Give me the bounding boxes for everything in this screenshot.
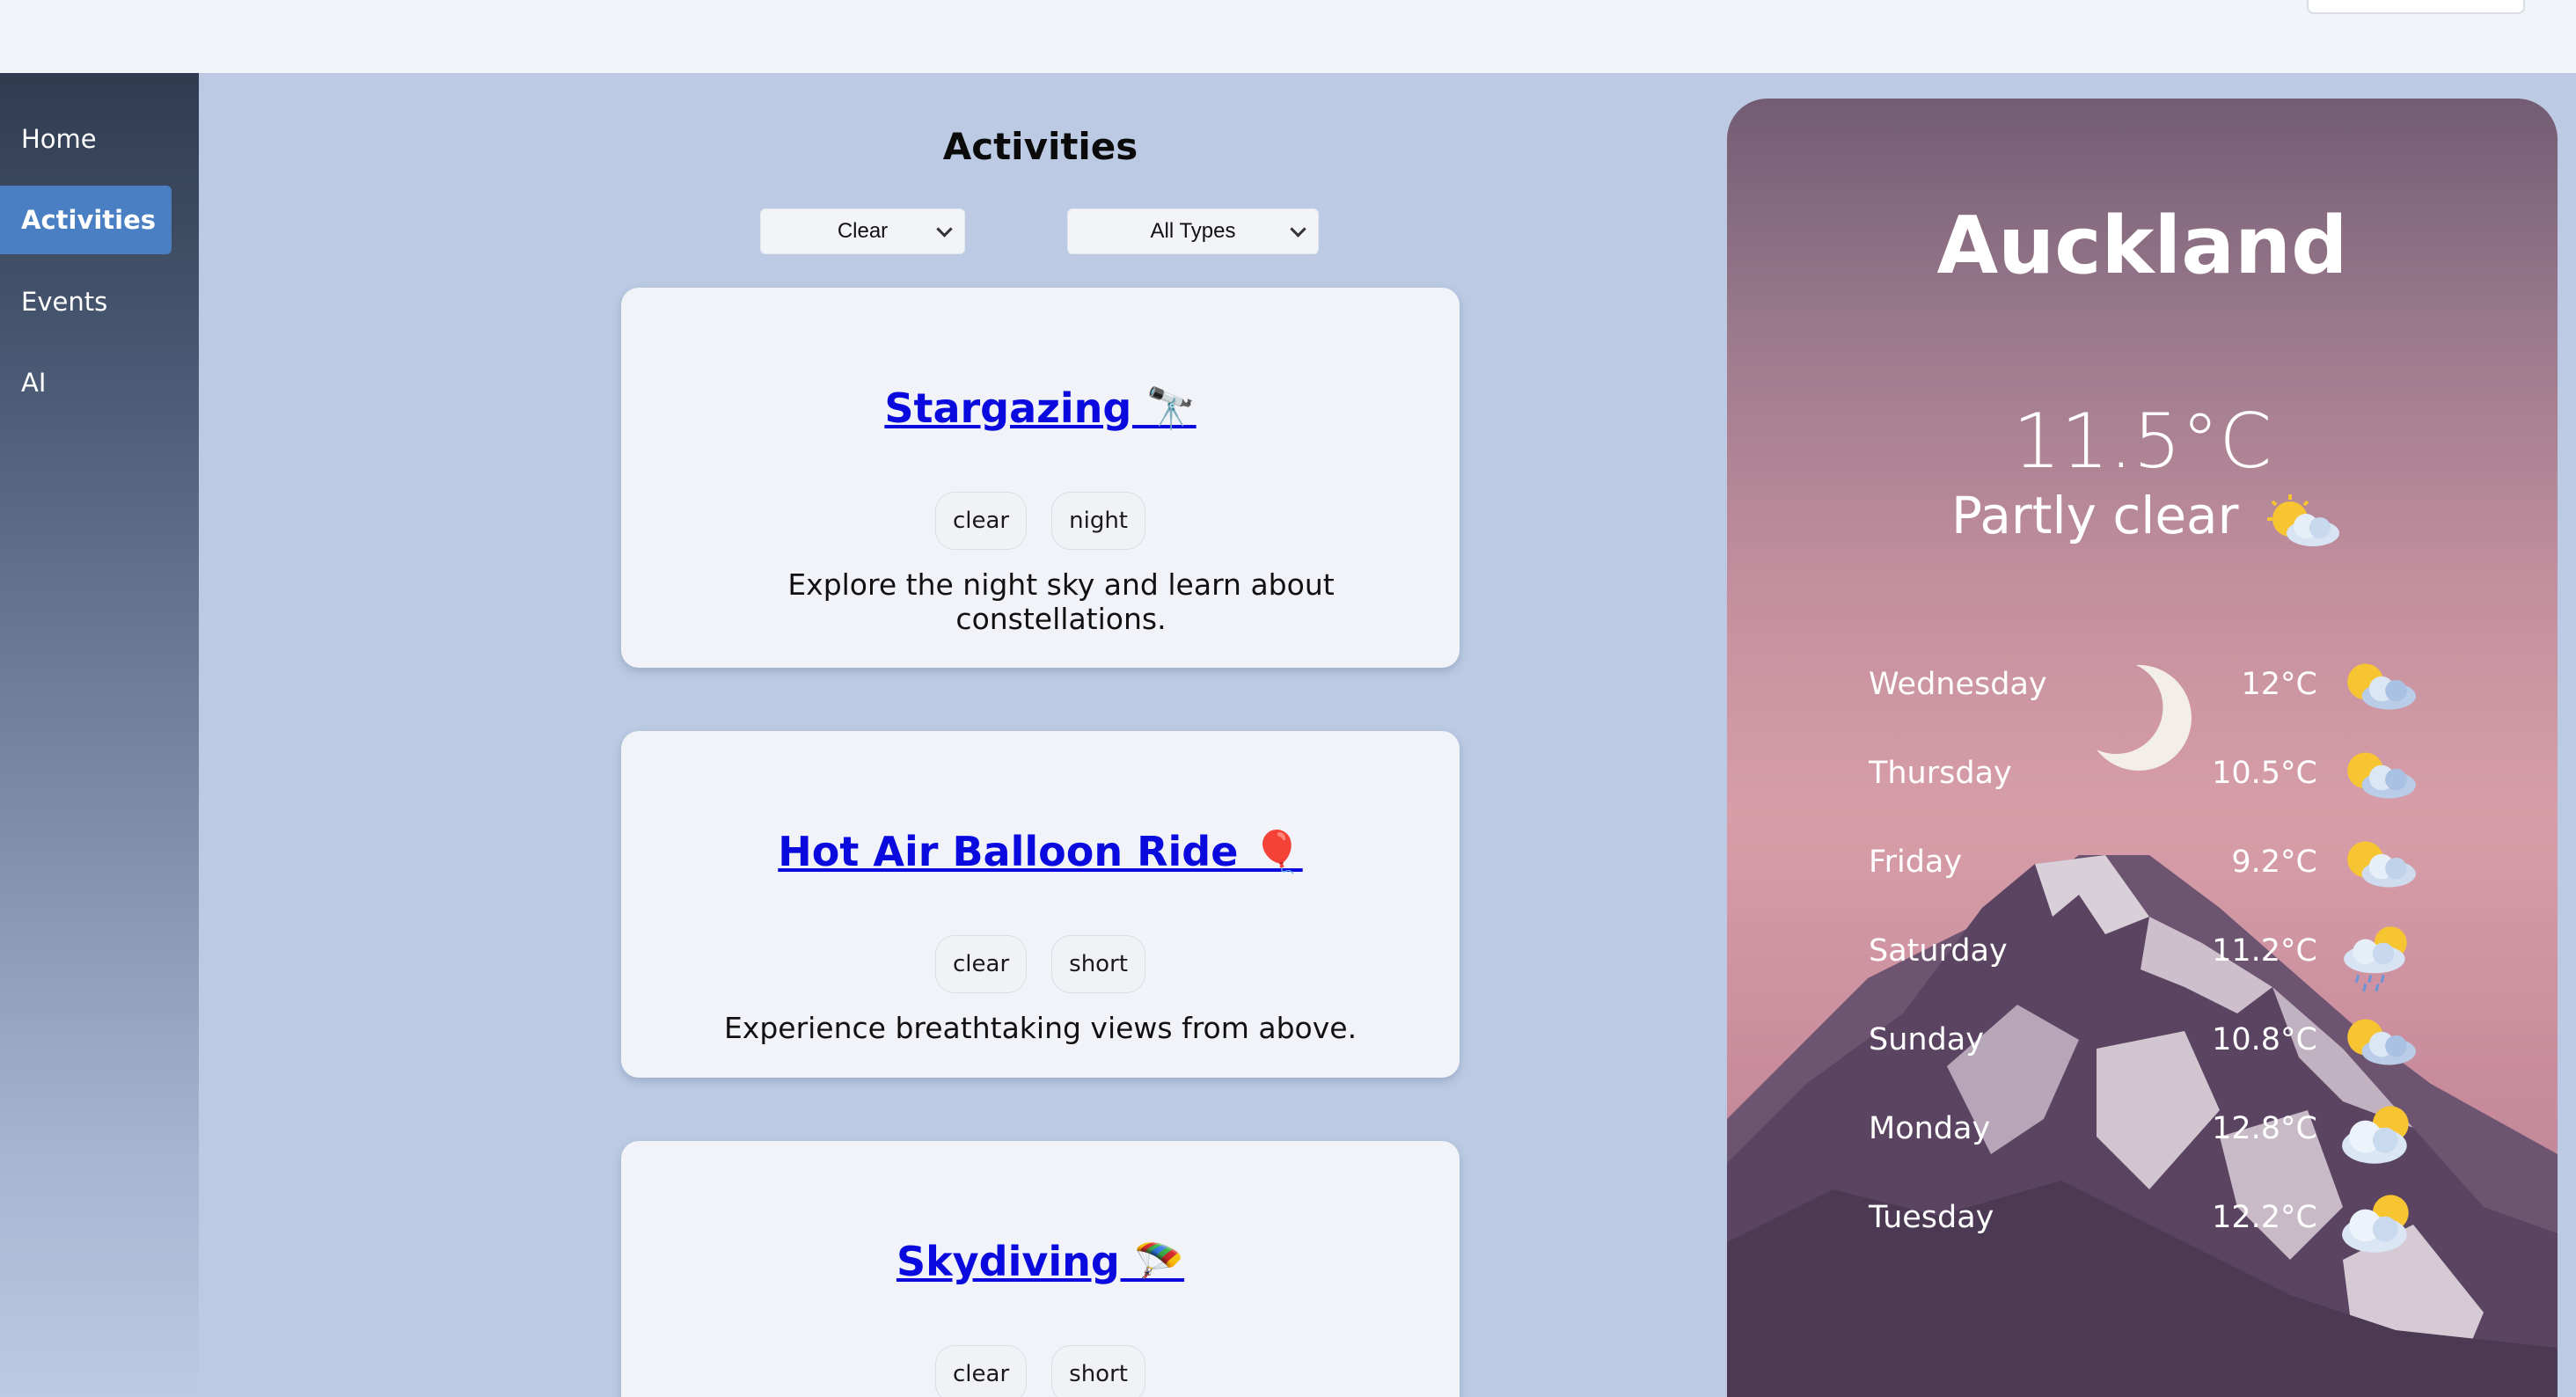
sun-behind-cloud-icon <box>2267 494 2339 546</box>
tag-list: clear short <box>621 935 1460 993</box>
sun-behind-cloud-icon <box>2347 841 2416 888</box>
type-filter-select[interactable]: All Types <box>1067 208 1319 254</box>
forecast-row <box>1727 351 2558 404</box>
activity-title-link[interactable]: Stargazing 🔭 <box>621 384 1460 433</box>
weather-panel: Auckland 11.5°C Partly clear Wednesday 1… <box>1727 99 2558 1397</box>
cloud-sun-icon <box>2342 1106 2409 1164</box>
forecast-row-tuesday: Tuesday 12.2°C <box>1727 1195 2558 1253</box>
forecast-temp: 12.8°C <box>2212 1111 2317 1146</box>
page-title: Activities <box>942 125 1138 168</box>
weather-filter-value: Clear <box>837 219 889 243</box>
forecast-row-friday: Friday 9.2°C <box>1727 839 2558 892</box>
forecast-temp: 10.5°C <box>2212 756 2317 791</box>
sun-behind-cloud-icon <box>2347 752 2416 799</box>
forecast-day: Friday <box>1869 845 1963 880</box>
sun-cloud-rain-icon <box>2344 926 2407 992</box>
sidebar-item-label: Activities <box>21 205 157 235</box>
sidebar-item-label: AI <box>21 368 47 398</box>
forecast-day: Monday <box>1869 1111 1991 1146</box>
forecast-day: Saturday <box>1869 933 2008 969</box>
activity-title-link[interactable]: Hot Air Balloon Ride 🎈 <box>621 828 1460 876</box>
top-bar-control[interactable] <box>2307 0 2525 14</box>
forecast-row-thursday: Thursday 10.5°C <box>1727 750 2558 803</box>
chevron-down-icon <box>1290 221 1306 238</box>
forecast-day: Sunday <box>1869 1022 1984 1057</box>
sun-behind-cloud-icon <box>2347 1019 2416 1065</box>
activity-card-hot-air-balloon: Hot Air Balloon Ride 🎈 clear short Exper… <box>621 731 1460 1078</box>
sidebar: Home Activities Events AI <box>0 73 199 1397</box>
current-temperature: 11.5°C <box>2012 398 2272 486</box>
forecast-temp: 12°C <box>2241 667 2317 702</box>
sidebar-item-label: Home <box>21 124 97 154</box>
activity-description: Explore the night sky and learn about co… <box>787 567 1335 636</box>
forecast-row-monday: Monday 12.8°C <box>1727 1106 2558 1164</box>
activity-title-link[interactable]: Skydiving 🪂 <box>621 1238 1460 1286</box>
forecast-temp: 12.2°C <box>2212 1200 2317 1235</box>
forecast-day: Wednesday <box>1869 667 2047 702</box>
current-condition: Partly clear <box>1951 486 2239 545</box>
tag: short <box>1051 1345 1145 1397</box>
forecast-temp: 11.2°C <box>2212 933 2317 969</box>
weather-filter-select[interactable]: Clear <box>760 208 965 254</box>
tag: clear <box>935 935 1028 993</box>
activity-card-stargazing: Stargazing 🔭 clear night Explore the nig… <box>621 288 1460 668</box>
top-bar <box>0 0 2576 73</box>
tag: clear <box>934 492 1028 550</box>
forecast-row-wednesday: Wednesday 12°C <box>1727 662 2558 714</box>
type-filter-value: All Types <box>1150 219 1236 243</box>
chevron-down-icon <box>936 221 953 238</box>
sidebar-item-ai[interactable]: AI <box>0 348 172 417</box>
forecast-row-saturday: Saturday 11.2°C <box>1727 926 2558 992</box>
forecast-day: Thursday <box>1869 756 2012 791</box>
city-name: Auckland <box>1936 200 2348 292</box>
forecast-temp: 10.8°C <box>2212 1022 2317 1057</box>
sidebar-item-home[interactable]: Home <box>0 105 172 173</box>
forecast-row-sunday: Sunday 10.8°C <box>1727 1017 2558 1070</box>
tag-list: clear short <box>621 1345 1460 1397</box>
cloud-sun-icon <box>2342 1195 2409 1253</box>
activity-description: Experience breathtaking views from above… <box>723 1011 1358 1045</box>
sidebar-item-label: Events <box>21 287 108 317</box>
forecast-temp: 9.2°C <box>2231 845 2317 880</box>
tag: night <box>1051 492 1146 550</box>
tag: short <box>1051 935 1145 993</box>
sidebar-item-events[interactable]: Events <box>0 267 172 336</box>
sun-behind-cloud-icon <box>2347 663 2416 710</box>
tag-list: clear night <box>621 492 1460 550</box>
forecast-day: Tuesday <box>1869 1200 1994 1235</box>
activity-card-skydiving: Skydiving 🪂 clear short <box>621 1141 1460 1397</box>
sidebar-item-activities[interactable]: Activities <box>0 186 172 254</box>
tag: clear <box>935 1345 1028 1397</box>
